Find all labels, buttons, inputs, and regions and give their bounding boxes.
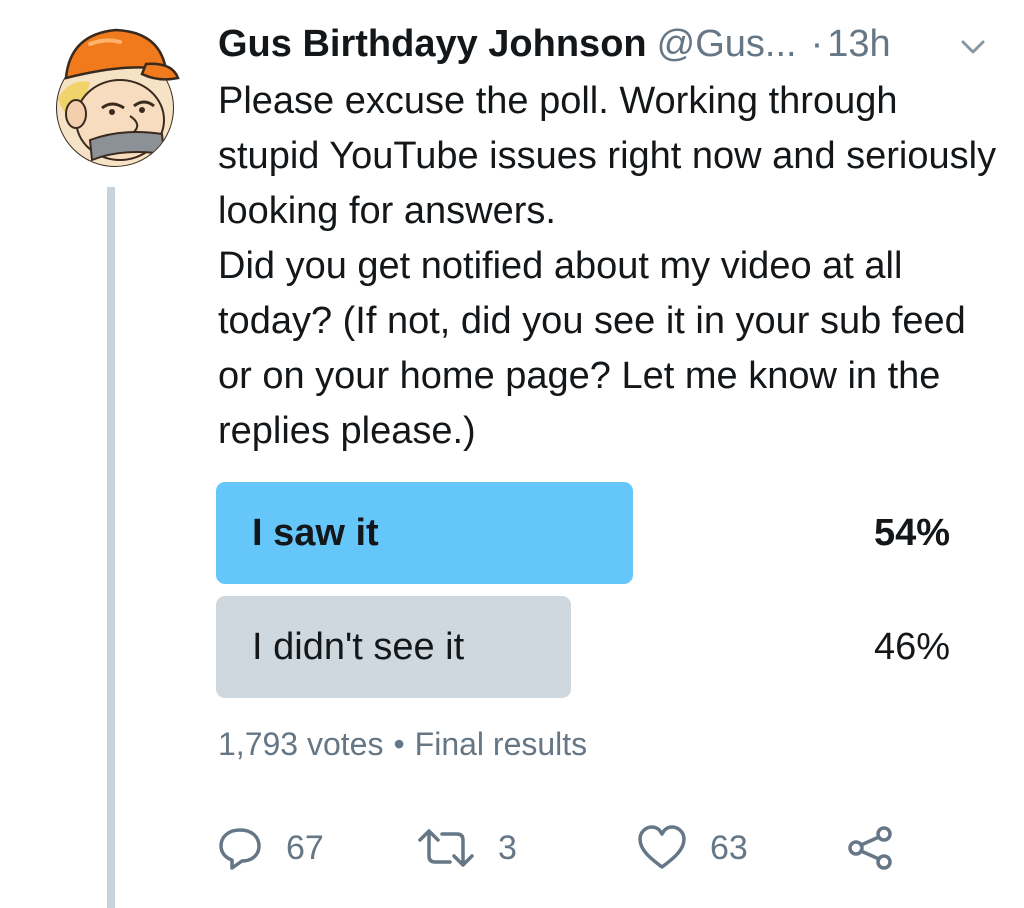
- tweet-header: Gus Birthdayy Johnson @Gus... · 13h: [218, 18, 998, 70]
- tweet-menu-button[interactable]: [955, 34, 991, 62]
- poll-option-label: I didn't see it: [252, 626, 465, 668]
- poll-meta-separator: •: [393, 726, 405, 762]
- tweet-text-line: Did you get notified about my video at a…: [218, 245, 966, 452]
- poll-summary: 1,793 votes • Final results: [218, 722, 587, 766]
- poll-option-2: I didn't see it 46%: [216, 596, 1006, 698]
- like-count: 63: [710, 828, 748, 867]
- retweet-count: 3: [498, 828, 517, 867]
- like-button[interactable]: 63: [636, 820, 748, 876]
- heart-icon: [638, 825, 686, 869]
- tweet-timestamp[interactable]: 13h: [827, 18, 890, 70]
- chevron-down-icon: [961, 40, 985, 54]
- avatar-illustration: [56, 28, 180, 167]
- reply-icon: [219, 828, 261, 870]
- reply-button[interactable]: 67: [216, 820, 324, 876]
- tweet-text: Please excuse the poll. Working through …: [218, 74, 1008, 459]
- author-avatar[interactable]: [50, 8, 180, 170]
- poll-status: Final results: [414, 726, 588, 762]
- share-button[interactable]: [846, 820, 894, 876]
- poll-option-percent: 46%: [873, 626, 950, 668]
- header-separator: ·: [810, 23, 824, 65]
- thread-connector-line: [107, 187, 115, 908]
- author-name[interactable]: Gus Birthdayy Johnson: [218, 18, 647, 70]
- tweet-action-bar: 67 3 63: [216, 820, 936, 876]
- tweet-text-line: Please excuse the poll. Working through …: [218, 80, 997, 232]
- reply-count: 67: [286, 828, 324, 867]
- poll-vote-count: 1,793 votes: [218, 726, 384, 762]
- retweet-button[interactable]: 3: [416, 820, 517, 876]
- poll-option-percent: 54%: [873, 512, 950, 554]
- share-icon: [848, 826, 892, 870]
- poll-option-label: I saw it: [252, 512, 379, 554]
- retweet-icon: [418, 829, 474, 867]
- poll-option-1: I saw it 54%: [216, 482, 1006, 584]
- author-handle[interactable]: @Gus...: [657, 18, 797, 70]
